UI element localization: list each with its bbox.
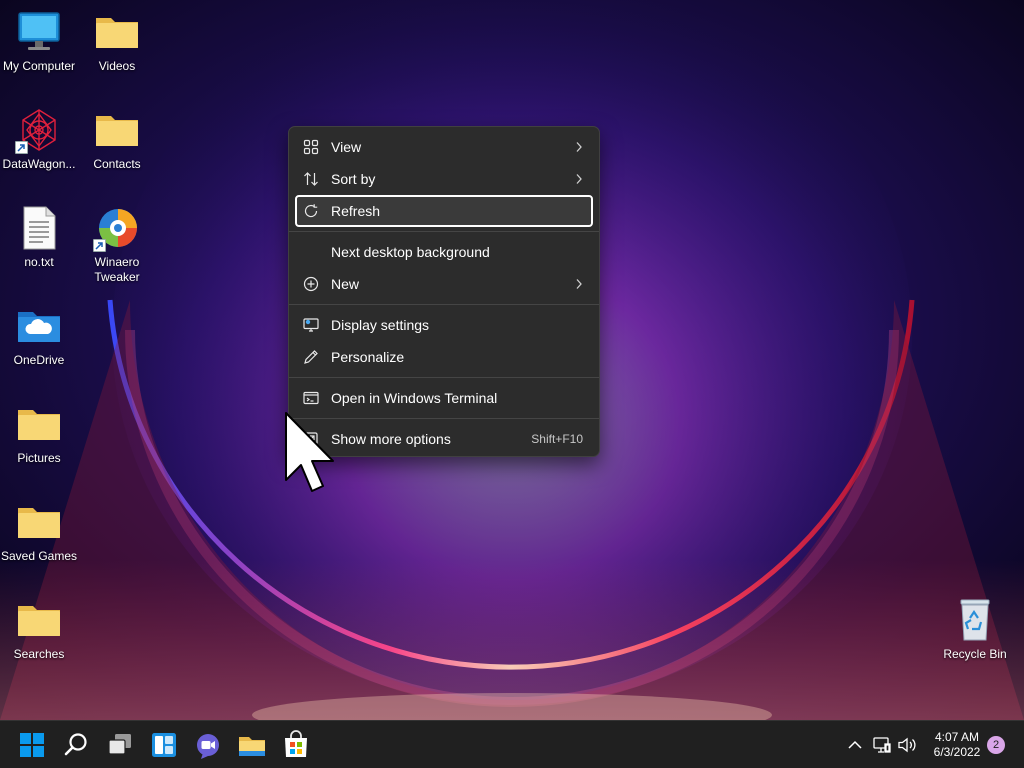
desktop-icon-label: Pictures xyxy=(17,451,61,465)
personalize-pen-icon xyxy=(303,349,319,365)
menu-item-label: Sort by xyxy=(331,171,376,187)
desktop-icon-no-txt[interactable]: no.txt xyxy=(0,204,78,270)
desktop-icon-label: Recycle Bin xyxy=(943,647,1007,661)
menu-item-display-settings[interactable]: Display settings xyxy=(289,309,599,341)
terminal-icon xyxy=(303,390,319,406)
menu-item-next-desktop-background[interactable]: Next desktop background xyxy=(289,236,599,268)
chat-button[interactable] xyxy=(192,729,224,761)
desktop-icon-winaero-tweaker[interactable]: Winaero Tweaker xyxy=(78,204,156,285)
menu-item-label: Next desktop background xyxy=(331,244,490,260)
text-file-icon xyxy=(15,204,63,252)
desktop-icon-label: DataWagon... xyxy=(2,157,76,171)
file-explorer-button[interactable] xyxy=(236,729,268,761)
desktop-icon-saved-games[interactable]: Saved Games xyxy=(0,498,78,564)
microsoft-store-icon xyxy=(285,730,307,757)
menu-item-label: Open in Windows Terminal xyxy=(331,390,498,406)
mouse-pointer-icon xyxy=(285,412,341,499)
desktop-icon-label: OneDrive xyxy=(13,353,65,367)
desktop-icon-pictures[interactable]: Pictures xyxy=(0,400,78,466)
teams-chat-icon xyxy=(197,734,219,759)
chevron-right-icon xyxy=(575,141,583,153)
menu-item-label: New xyxy=(331,276,360,292)
keyboard-shortcut: Shift+F10 xyxy=(531,432,583,446)
network-icon[interactable] xyxy=(872,735,892,755)
desktop-icon-recycle-bin[interactable]: Recycle Bin xyxy=(936,596,1014,662)
menu-item-label: View xyxy=(331,139,362,155)
desktop-context-menu: View Sort by Refresh Next desktop backgr… xyxy=(288,126,600,457)
menu-item-label: Personalize xyxy=(331,349,405,365)
search-icon xyxy=(64,733,87,756)
desktop-icon-my-computer[interactable]: My Computer xyxy=(0,8,78,74)
desktop-icon-label: Videos xyxy=(98,59,136,73)
search-button[interactable] xyxy=(60,729,92,761)
menu-item-label: Display settings xyxy=(331,317,430,333)
refresh-icon xyxy=(303,203,319,219)
clock-date: 6/3/2022 xyxy=(933,745,981,759)
taskbar-clock[interactable]: 4:07 AM 6/3/2022 xyxy=(926,730,988,760)
folder-icon xyxy=(93,106,141,154)
menu-item-label: Refresh xyxy=(331,203,381,219)
taskbar: 4:07 AM 6/3/2022 2 xyxy=(0,720,1024,768)
file-explorer-icon xyxy=(239,737,265,756)
new-plus-icon xyxy=(303,276,319,292)
menu-separator xyxy=(289,304,599,305)
desktop-icon-label: Searches xyxy=(13,647,65,661)
desktop-icon-label: Contacts xyxy=(93,157,141,171)
desktop-icon-contacts[interactable]: Contacts xyxy=(78,106,156,172)
menu-item-label: Show more options xyxy=(331,431,451,447)
winaero-icon xyxy=(93,204,141,252)
task-view-icon xyxy=(108,734,131,755)
desktop-icon-label: Saved Games xyxy=(0,549,78,563)
chevron-right-icon xyxy=(575,278,583,290)
menu-item-refresh[interactable]: Refresh xyxy=(295,195,593,227)
shortcut-arrow-icon xyxy=(93,239,106,252)
recycle-bin-icon xyxy=(951,596,999,644)
widgets-button[interactable] xyxy=(148,729,180,761)
desktop-icon-onedrive[interactable]: OneDrive xyxy=(0,302,78,368)
desktop-icon-label: no.txt xyxy=(24,255,54,269)
folder-icon xyxy=(93,8,141,56)
desktop-icon-videos[interactable]: Videos xyxy=(78,8,156,74)
display-settings-icon xyxy=(303,317,319,333)
menu-separator xyxy=(289,231,599,232)
computer-icon xyxy=(15,8,63,56)
folder-icon xyxy=(15,596,63,644)
onedrive-folder-icon xyxy=(15,302,63,350)
volume-icon[interactable] xyxy=(897,735,917,755)
menu-item-personalize[interactable]: Personalize xyxy=(289,341,599,373)
store-button[interactable] xyxy=(280,729,312,761)
view-grid-icon xyxy=(303,139,319,155)
clock-time: 4:07 AM xyxy=(934,730,980,744)
menu-item-open-in-windows-terminal[interactable]: Open in Windows Terminal xyxy=(289,382,599,414)
desktop-icon-datawagon[interactable]: DataWagon... xyxy=(0,106,78,172)
folder-icon xyxy=(15,400,63,448)
desktop-icon-label: Winaero Tweaker xyxy=(94,255,140,284)
widgets-icon xyxy=(152,733,176,757)
task-view-button[interactable] xyxy=(104,729,136,761)
desktop-icon-label: My Computer xyxy=(2,59,76,73)
start-button[interactable] xyxy=(16,729,48,761)
menu-item-new[interactable]: New xyxy=(289,268,599,300)
sort-icon xyxy=(303,171,319,187)
shortcut-arrow-icon xyxy=(15,141,28,154)
menu-separator xyxy=(289,377,599,378)
desktop-icon-searches[interactable]: Searches xyxy=(0,596,78,662)
menu-item-sort-by[interactable]: Sort by xyxy=(289,163,599,195)
chevron-right-icon xyxy=(575,173,583,185)
windows-logo-icon xyxy=(20,733,44,757)
menu-item-view[interactable]: View xyxy=(289,131,599,163)
folder-icon xyxy=(15,498,63,546)
show-hidden-icons-chevron[interactable] xyxy=(845,735,865,755)
notification-count-badge[interactable]: 2 xyxy=(987,736,1005,754)
datawagon-icon xyxy=(15,106,63,154)
